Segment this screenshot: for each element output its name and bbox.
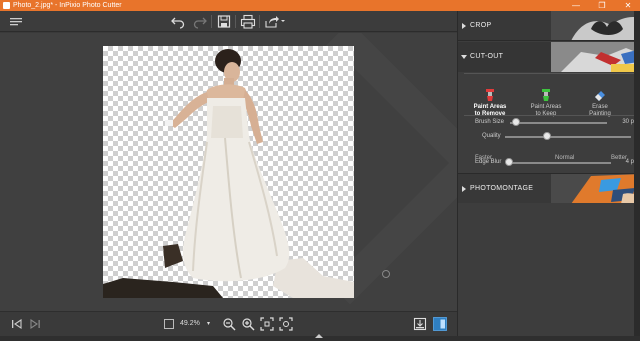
green-brush-icon	[542, 89, 550, 101]
canvas-area[interactable]	[0, 33, 457, 311]
cutout-label: CUT-OUT	[470, 53, 504, 60]
toolbar-separator	[259, 15, 260, 28]
panel-scrollbar[interactable]	[634, 11, 640, 336]
next-photo-icon[interactable]	[28, 317, 42, 331]
photomontage-label: PHOTOMONTAGE	[470, 185, 534, 192]
right-panel: CROP CUT-OUT Paint Areas to Remove Paint…	[457, 11, 640, 336]
bride-cutout-image	[103, 49, 354, 298]
chevron-right-icon	[462, 186, 466, 192]
first-photo-icon[interactable]	[10, 317, 24, 331]
save-icon[interactable]	[216, 14, 232, 29]
maximize-button[interactable]: ❐	[593, 0, 611, 11]
panel-layout-icon[interactable]	[433, 317, 447, 331]
eraser-icon	[595, 91, 605, 101]
undo-icon[interactable]	[170, 14, 186, 29]
zoom-value: 49.2%	[180, 320, 200, 327]
zoom-frame-icon	[164, 319, 174, 329]
brush-size-thumb[interactable]	[511, 118, 520, 126]
photomontage-thumbnail	[551, 174, 640, 203]
brush-size-track[interactable]	[510, 122, 607, 124]
edge-blur-thumb[interactable]	[505, 158, 514, 166]
fit-to-screen-icon[interactable]	[260, 317, 274, 331]
chevron-right-icon	[462, 23, 466, 29]
section-divider	[464, 73, 635, 74]
edge-blur-track[interactable]	[506, 162, 611, 164]
erase-label-1: Erase	[592, 104, 608, 110]
toolbar-separator	[235, 15, 236, 28]
share-icon[interactable]	[264, 14, 286, 29]
actual-size-icon[interactable]	[279, 317, 293, 331]
cutout-section-header[interactable]: CUT-OUT	[458, 42, 640, 72]
brush-size-label: Brush Size	[475, 119, 505, 125]
edge-blur-label: Edge Blur	[475, 159, 502, 165]
toolbar-separator	[211, 15, 212, 28]
paint-keep-label-1: Paint Areas	[530, 104, 562, 110]
quality-thumb[interactable]	[542, 132, 551, 140]
title-bar: Photo_2.jpg* - InPixio Photo Cutter — ❐ …	[0, 0, 640, 11]
crop-thumbnail	[551, 11, 640, 40]
zoom-selector[interactable]: 49.2% ▾	[164, 317, 214, 331]
bottom-bar: 49.2% ▾	[0, 311, 457, 336]
collapse-arrow-icon[interactable]	[315, 334, 323, 338]
export-icon[interactable]	[413, 317, 427, 331]
zoom-in-icon[interactable]	[241, 317, 255, 331]
cutout-thumbnail	[551, 42, 640, 72]
paint-remove-label-1: Paint Areas	[473, 104, 507, 110]
brush-cursor	[382, 270, 390, 278]
zoom-out-icon[interactable]	[222, 317, 236, 331]
menu-icon[interactable]	[8, 14, 24, 29]
brush-size-slider-row: Brush Size 30 px	[458, 117, 640, 129]
print-icon[interactable]	[240, 14, 256, 29]
crop-label: CROP	[470, 22, 492, 29]
photomontage-section-header[interactable]: PHOTOMONTAGE	[458, 173, 640, 203]
minimize-button[interactable]: —	[567, 0, 585, 11]
photo-canvas[interactable]	[103, 46, 354, 298]
red-brush-icon	[486, 89, 494, 101]
crop-section-header[interactable]: CROP	[458, 11, 640, 41]
close-button[interactable]: ✕	[619, 0, 637, 11]
edge-blur-slider-row: Edge Blur 4 px	[458, 157, 640, 169]
section-divider	[464, 115, 635, 116]
chevron-down-icon	[461, 55, 467, 59]
redo-icon[interactable]	[192, 14, 208, 29]
app-icon	[3, 2, 10, 9]
quality-label: Quality	[482, 133, 501, 139]
quality-track[interactable]	[505, 136, 631, 138]
chevron-down-icon: ▾	[207, 321, 211, 327]
window-title: Photo_2.jpg* - InPixio Photo Cutter	[13, 2, 122, 9]
toolbar	[0, 11, 457, 32]
quality-slider-row: Quality	[458, 131, 640, 143]
